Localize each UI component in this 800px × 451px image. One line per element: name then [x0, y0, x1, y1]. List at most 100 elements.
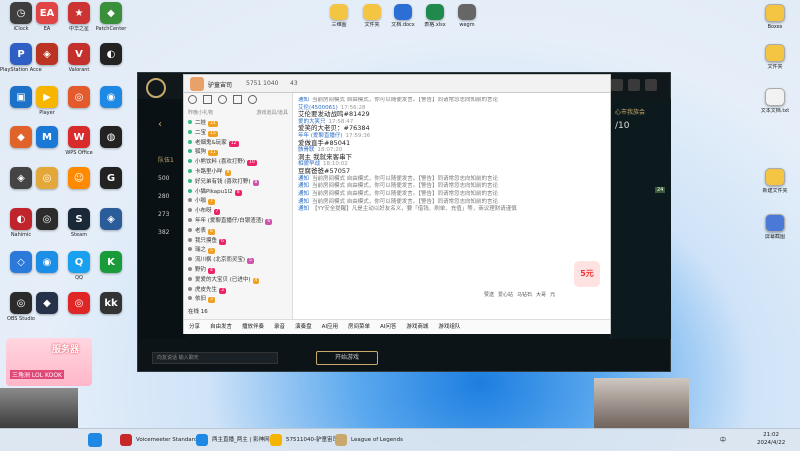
user-row[interactable]: 卡路里小咩 9 — [184, 168, 292, 178]
user-icon[interactable] — [188, 95, 197, 104]
toolbar-item[interactable]: 录音 — [274, 324, 285, 330]
user-row[interactable]: 老烟鬼&玩家 12 — [184, 139, 292, 149]
clock[interactable]: 21:02 2024/4/22 — [757, 431, 785, 447]
search-icon[interactable] — [248, 95, 257, 104]
chat-input[interactable]: 向友说话 输入聊天 — [152, 352, 278, 364]
chat-body: 当前房间模式 自由模式，你可以随便发言。【警告】同请常忽志向知前的言论 — [312, 183, 499, 190]
status-dot-icon — [188, 227, 192, 232]
toolbar-item[interactable]: 游戏组队 — [438, 324, 460, 330]
settings-icon[interactable] — [645, 79, 657, 91]
desktop-file[interactable]: 文件夹 — [754, 44, 796, 84]
user-name: 我只摸鱼 — [195, 237, 218, 244]
app-icon: M — [36, 126, 58, 148]
toolbar-item[interactable]: AI应用 — [322, 324, 338, 330]
location-icon[interactable] — [218, 95, 227, 104]
gift-item[interactable]: 赞送 — [484, 291, 494, 305]
tab-items[interactable]: 游戏道具/道具 — [256, 109, 288, 119]
user-row[interactable]: 小猫Pikapu1l2 8 — [184, 188, 292, 198]
user-row[interactable]: 野钓 4 — [184, 266, 292, 276]
chat-message: 年年 (爱聊直播仔) 17:59:36 爱做直手#85041 — [298, 133, 598, 146]
user-row[interactable]: 二宝 15 — [184, 129, 292, 139]
desktop-file[interactable]: wegm — [446, 4, 488, 44]
streamer-avatar[interactable] — [190, 77, 204, 91]
toolbar-item[interactable]: AI问答 — [380, 324, 396, 330]
back-arrow-icon[interactable]: ‹ — [158, 119, 162, 130]
card-icon[interactable] — [233, 95, 242, 104]
user-row[interactable]: 流川枫 (北京而灵宝) 5 — [184, 256, 292, 266]
online-footer: 在线 16 — [188, 307, 208, 315]
app-icon: G — [100, 167, 122, 189]
user-row[interactable]: 我只摸鱼 6 — [184, 237, 292, 247]
desktop-icon[interactable]: ◍ — [90, 126, 132, 166]
level-badge: 4 — [208, 267, 215, 274]
tab-gifts[interactable]: 昨晚小礼物 — [188, 109, 213, 119]
user-row[interactable]: 小咖 7 — [184, 197, 292, 207]
user-row[interactable]: 年年 (爱聊直播仔/白银渣渣) 6 — [184, 217, 292, 227]
desktop-icon[interactable]: ◉ — [90, 86, 132, 126]
taskbar-item-lol[interactable]: League of Legends — [333, 432, 403, 448]
toolbar-item[interactable]: 房间菜单 — [348, 324, 370, 330]
gift-item[interactable]: 大哥 — [536, 291, 546, 305]
start-game-button[interactable]: 开始游戏 — [316, 351, 378, 365]
user-row[interactable]: 老表 6 — [184, 227, 292, 237]
toolbar-item[interactable]: 播放伴奏 — [242, 324, 264, 330]
queue-number: 500 — [158, 175, 170, 182]
taskbar-item-browser[interactable]: 两主直播_两主 | 影神网 — [194, 432, 270, 448]
chat-message: 通知 当前房间模式 自由模式，你可以随便发言。【警告】同请常忽志向知前的言论 — [298, 191, 598, 198]
chat-sender[interactable]: 通知 — [298, 191, 309, 197]
desktop-file[interactable]: 新建文件夹 — [754, 168, 796, 208]
yy-header: 驴童宙司 5751 1040 43 — [183, 74, 611, 94]
status-dot-icon — [188, 276, 192, 281]
user-name: 依旧 — [195, 296, 207, 303]
user-row[interactable]: 小熊饮料 (喜欢打野) 10 — [184, 158, 292, 168]
gift-badge[interactable]: 5元 — [574, 261, 600, 287]
store-icon[interactable] — [611, 79, 623, 91]
chat-body: 当前房间模式 自由模式，你可以随便发言。【警告】同请常忽志向知前的言论 — [312, 191, 499, 197]
user-row[interactable]: 狐狗 11 — [184, 148, 292, 158]
start-icon[interactable] — [88, 433, 102, 447]
desktop-icon[interactable]: ◐ — [90, 43, 132, 83]
toolbar-item[interactable]: 演奏盘 — [295, 324, 312, 330]
user-row[interactable]: 二娃 14 — [184, 119, 292, 129]
chat-message: 通知 当前房间模式 自由模式，你可以随便发言。【警告】同请常忽志向知前的言论 — [298, 183, 598, 190]
taskbar-item-voicemeeter[interactable]: Voicemeeter Standard — [118, 432, 197, 448]
level-badge: 7 — [213, 209, 221, 216]
level-badge: 8 — [252, 179, 260, 186]
clock-date: 2024/4/22 — [757, 440, 786, 446]
online-count: 43 — [290, 80, 298, 87]
ime-indicator[interactable]: 中 — [720, 435, 726, 444]
chat-sender[interactable]: 通知 — [298, 97, 309, 103]
desktop-icon[interactable]: K — [90, 251, 132, 291]
user-row[interactable]: 虎皮先生 3 — [184, 286, 292, 296]
desktop-icon[interactable]: G — [90, 167, 132, 207]
user-row[interactable]: 爱爱的大宝贝 (已进中) 4 — [184, 276, 292, 286]
gift-item[interactable]: 马钻石 — [517, 291, 532, 305]
user-row[interactable]: 依旧 3 — [184, 295, 292, 305]
taskbar-item-yy[interactable]: 57511040-驴童宙司 — [268, 432, 338, 448]
gift-item[interactable]: 元 — [550, 291, 555, 305]
chat-sender[interactable]: 通知 — [298, 206, 309, 212]
desktop-icon[interactable]: ◈ — [90, 208, 132, 248]
toolbar-item[interactable]: 分享 — [189, 324, 200, 330]
shop-icon[interactable] — [628, 79, 640, 91]
user-row[interactable]: 瑞之 5 — [184, 246, 292, 256]
desktop-file[interactable]: 文本文档.txt — [754, 88, 796, 128]
chat-message: 艾伦(4500061) 17:56:28 艾伦要发动战鸣#81429 — [298, 105, 598, 118]
clock-time: 21:02 — [763, 432, 780, 438]
gift-item[interactable]: 爱心站 — [498, 291, 513, 305]
chat-sender[interactable]: 通知 — [298, 183, 309, 189]
toolbar-item[interactable]: 游戏商城 — [406, 324, 428, 330]
chat-sender[interactable]: 通知 — [298, 176, 309, 182]
desktop-icon[interactable]: kk — [90, 292, 132, 332]
group-icon[interactable] — [203, 95, 212, 104]
member-tabs: 昨晚小礼物 游戏道具/道具 — [184, 109, 292, 119]
desktop-icon[interactable]: ◆ PatchCenter — [90, 2, 132, 42]
user-row[interactable]: 好兄弟有钱 (喜欢打野) 8 — [184, 178, 292, 188]
desktop-file[interactable]: Boxes — [754, 4, 796, 44]
user-row[interactable]: 小布呀 7 — [184, 207, 292, 217]
chat-sender[interactable]: 通知 — [298, 199, 309, 205]
toolbar-item[interactable]: 自由发言 — [210, 324, 232, 330]
yy-room-panel[interactable]: 昨晚小礼物 游戏道具/道具 二娃 14 二宝 15 老烟鬼&玩家 12 狐狗 11 小熊饮料 (… — [183, 92, 611, 334]
chat-message: 通知 当前房间模式 自由模式，你可以随便发言。【警告】同请常忽志向知前的言论 — [298, 97, 598, 104]
desktop-file[interactable]: 屏幕截图 — [754, 214, 796, 254]
